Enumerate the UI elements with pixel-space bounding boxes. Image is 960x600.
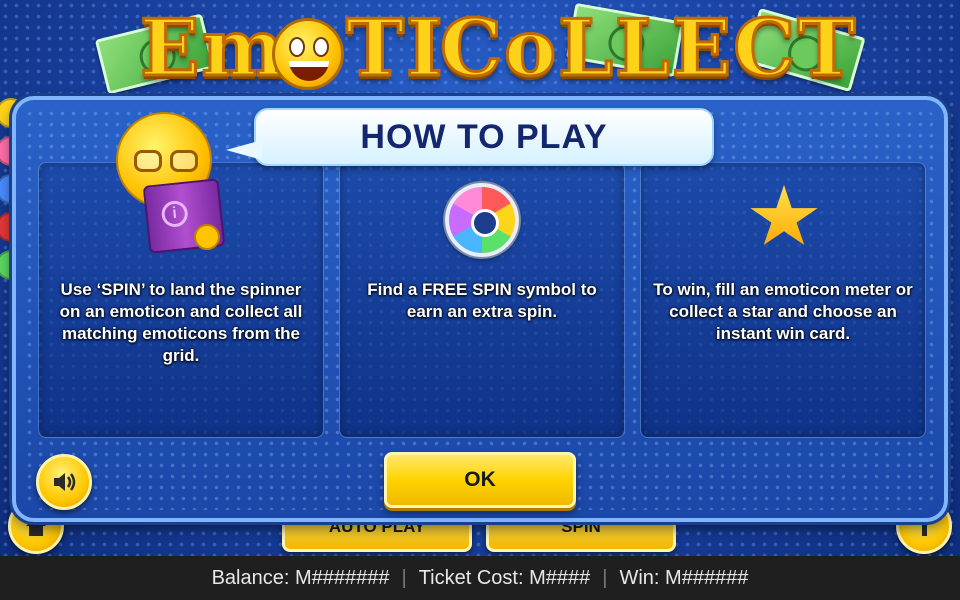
win-value: M###### [665, 566, 749, 589]
sound-toggle-button[interactable] [36, 454, 92, 510]
dialog-title-bubble: HOW TO PLAY [226, 108, 714, 166]
status-separator: | [401, 566, 407, 589]
win-label: Win: [619, 566, 660, 589]
star-icon [750, 185, 818, 246]
logo-smiley-icon [272, 18, 344, 90]
reading-emoticon-icon: i [116, 112, 236, 254]
status-bar: Balance: M####### | Ticket Cost: M#### |… [0, 556, 960, 600]
how-to-play-dialog: Use ‘SPIN’ to land the spinner on an emo… [12, 96, 948, 522]
instruction-panel-free-spin: Find a FREE SPIN symbol to earn an extra… [339, 162, 625, 438]
ticket-cost-value: M#### [529, 566, 591, 589]
instruction-text-win: To win, fill an emoticon meter or collec… [653, 280, 913, 343]
status-separator: | [602, 566, 608, 589]
ticket-cost-label: Ticket Cost: [418, 566, 524, 589]
logo-word-right: CoLLECT [438, 3, 858, 94]
game-logo: Em TI CoLLECT [94, 2, 866, 104]
logo-word-left: Em [139, 3, 286, 94]
ok-button[interactable]: OK [384, 452, 576, 508]
balance-label: Balance: [211, 566, 290, 589]
dialog-title: HOW TO PLAY [360, 117, 608, 156]
free-spin-wheel-icon [445, 183, 519, 257]
logo-word-mid: TI [345, 3, 445, 94]
balance-value: M####### [294, 566, 390, 589]
instruction-panel-win: To win, fill an emoticon meter or collec… [640, 162, 926, 438]
instruction-text-free-spin: Find a FREE SPIN symbol to earn an extra… [367, 280, 597, 321]
instruction-text-spin: Use ‘SPIN’ to land the spinner on an emo… [59, 280, 303, 365]
speaker-icon [54, 473, 76, 491]
